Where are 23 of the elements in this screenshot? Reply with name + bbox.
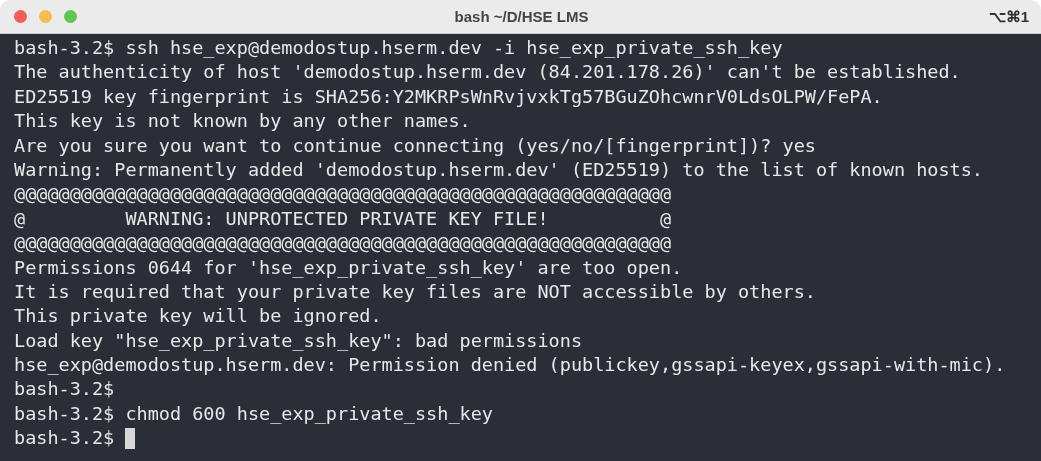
terminal-line: bash-3.2$ xyxy=(14,377,115,402)
terminal-line: It is required that your private key files are NOT accessible by others. xyxy=(14,279,816,304)
terminal-line: bash-3.2$ ssh hse_exp@demodostup.hserm.dev -i hse_exp_private_ssh_key xyxy=(14,36,783,60)
terminal-line: bash-3.2$ xyxy=(14,426,115,451)
text-cursor xyxy=(125,427,136,449)
shortcut-label: ⌥⌘1 xyxy=(987,7,1029,26)
terminal-line: The authenticity of host 'demodostup.hserm.dev (84.201.178.26)' can't be established. xyxy=(14,60,961,85)
terminal-line: bash-3.2$ chmod 600 hse_exp_private_ssh_key xyxy=(14,401,493,426)
minimize-icon[interactable] xyxy=(39,10,52,23)
terminal-line: Permissions 0644 for 'hse_exp_private_ssh_key' are too open. xyxy=(14,255,683,280)
terminal-line: This private key will be ignored. xyxy=(14,304,382,329)
zoom-icon[interactable] xyxy=(64,10,77,23)
terminal-line: @@@@@@@@@@@@@@@@@@@@@@@@@@@@@@@@@@@@@@@@@@@@@@@@@@@@@@@@@@@ xyxy=(14,231,672,256)
terminal-line: @@@@@@@@@@@@@@@@@@@@@@@@@@@@@@@@@@@@@@@@@@@@@@@@@@@@@@@@@@@ xyxy=(14,182,672,207)
terminal-line: This key is not known by any other names. xyxy=(14,109,471,134)
terminal-line: Warning: Permanently added 'demodostup.hserm.dev' (ED25519) to the list of known hosts. xyxy=(14,157,983,182)
terminal-line: Load key "hse_exp_private_ssh_key": bad permissions xyxy=(14,328,583,353)
terminal-line: ED25519 key fingerprint is SHA256:Y2MKRPsWnRvjvxkTg57BGuZOhcwnrV0LdsOLPW/FePA. xyxy=(14,84,883,109)
terminal-line: Are you sure you want to continue connecting (yes/no/[fingerprint])? yes xyxy=(14,133,816,158)
terminal-line: @ WARNING: UNPROTECTED PRIVATE KEY FILE! @ xyxy=(14,206,672,231)
terminal-line: hse_exp@demodostup.hserm.dev: Permission denied (publickey,gssapi-keyex,gssapi-with-mic). xyxy=(14,353,1006,378)
close-icon[interactable] xyxy=(14,10,27,23)
window-title: bash ~/D/HSE LMS xyxy=(453,8,590,25)
